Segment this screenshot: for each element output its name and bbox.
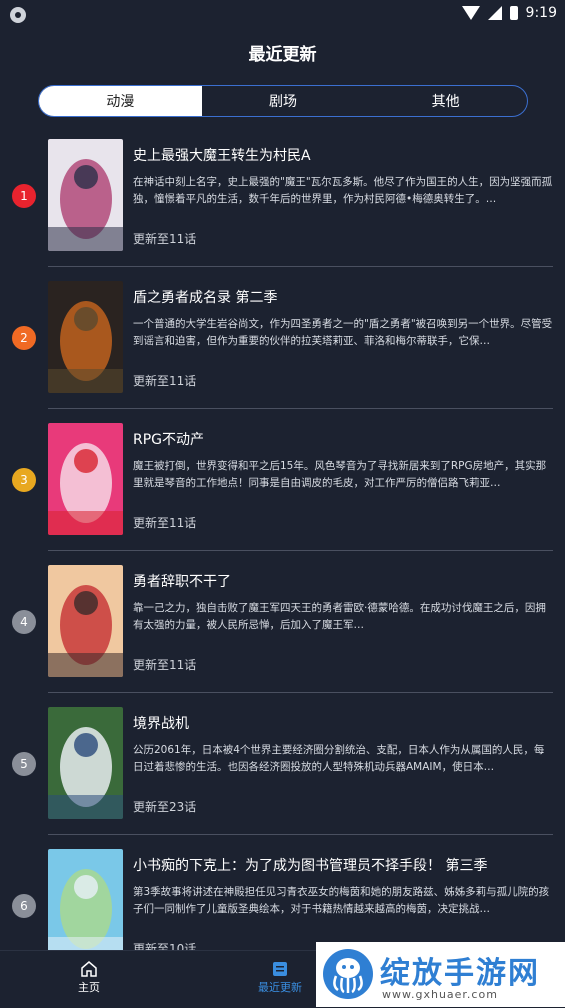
tab-theater[interactable]: 剧场	[202, 86, 365, 116]
item-title[interactable]: RPG不动产	[133, 429, 553, 449]
tab-label: 动漫	[106, 94, 135, 110]
cover-art	[48, 423, 123, 535]
list-item[interactable]: 4 勇者辞职不干了 靠一己之力，独自击败了魔王军四天王的勇者雷欧·德蒙哈德。在成…	[0, 551, 565, 693]
item-description: 在神话中刻上名字，史上最强的"魔王"瓦尔瓦多斯。他尽了作为国王的人生，因为坚强而…	[133, 176, 553, 205]
item-description: 靠一己之力，独自击败了魔王军四天王的勇者雷欧·德蒙哈德。在成功讨伐魔王之后，因拥…	[133, 602, 546, 631]
update-status: 更新至11话	[133, 658, 197, 672]
cover-image[interactable]	[48, 423, 123, 535]
rank-number: 2	[20, 331, 28, 345]
rank-number: 1	[20, 189, 28, 203]
battery-icon	[509, 6, 518, 20]
page-title: 最近更新	[248, 44, 317, 65]
item-description: 公历2061年，日本被4个世界主要经济圈分割统治、支配，日本人作为从属国的人民，…	[133, 744, 545, 773]
cover-art	[48, 281, 123, 393]
tab-label: 其他	[431, 94, 460, 110]
item-title[interactable]: 勇者辞职不干了	[133, 571, 553, 591]
rank-badge: 2	[12, 326, 36, 350]
rank-number: 5	[20, 757, 28, 771]
item-title[interactable]: 盾之勇者成名录 第二季	[133, 287, 553, 307]
octopus-logo-icon	[323, 949, 373, 999]
item-title[interactable]: 小书痴的下克上：为了成为图书管理员不择手段！ 第三季	[133, 855, 553, 875]
item-description: 第3季故事将讲述在神殿担任见习青衣巫女的梅茵和她的朋友路兹、姊姊多莉与孤儿院的孩…	[133, 886, 550, 915]
nav-home[interactable]: 主页	[78, 959, 100, 995]
cover-art	[48, 849, 123, 950]
list-item[interactable]: 1 史上最强大魔王转生为村民A 在神话中刻上名字，史上最强的"魔王"瓦尔瓦多斯。…	[0, 125, 565, 267]
rank-badge: 3	[12, 468, 36, 492]
cover-art	[48, 707, 123, 819]
status-bar: 9:19	[0, 0, 565, 32]
cover-art	[48, 565, 123, 677]
update-icon	[273, 962, 287, 976]
nav-recent-label: 最近更新	[258, 981, 302, 994]
nav-recent-updates[interactable]: 最近更新	[258, 959, 302, 995]
rank-number: 3	[20, 473, 28, 487]
status-right: 9:19	[461, 5, 557, 21]
cover-image[interactable]	[48, 707, 123, 819]
list-item[interactable]: 6 小书痴的下克上：为了成为图书管理员不择手段！ 第三季 第3季故事将讲述在神殿…	[0, 835, 565, 950]
item-title[interactable]: 史上最强大魔王转生为村民A	[133, 145, 553, 165]
notification-icon	[10, 7, 26, 23]
signal-icon	[487, 6, 502, 20]
status-time: 9:19	[525, 5, 557, 21]
cover-art	[48, 139, 123, 251]
update-list: 1 史上最强大魔王转生为村民A 在神话中刻上名字，史上最强的"魔王"瓦尔瓦多斯。…	[0, 125, 565, 950]
item-description: 魔王被打倒，世界变得和平之后15年。风色琴音为了寻找新居来到了RPG房地产，其实…	[133, 460, 547, 489]
list-item[interactable]: 5 境界战机 公历2061年，日本被4个世界主要经济圈分割统治、支配，日本人作为…	[0, 693, 565, 835]
rank-number: 4	[20, 615, 28, 629]
category-tabs: 动漫 剧场 其他	[38, 85, 528, 117]
site-watermark: 绽放手游网 www.gxhuaer.com	[316, 942, 565, 1007]
update-status: 更新至11话	[133, 374, 197, 388]
rank-badge: 6	[12, 894, 36, 918]
update-status: 更新至11话	[133, 232, 197, 246]
rank-badge: 4	[12, 610, 36, 634]
cover-image[interactable]	[48, 281, 123, 393]
tab-label: 剧场	[269, 94, 297, 110]
wifi-icon	[461, 6, 480, 20]
home-icon	[81, 961, 97, 977]
cover-image[interactable]	[48, 849, 123, 950]
cover-image[interactable]	[48, 565, 123, 677]
rank-badge: 1	[12, 184, 36, 208]
list-item[interactable]: 2 盾之勇者成名录 第二季 一个普通的大学生岩谷尚文，作为四圣勇者之一的"盾之勇…	[0, 267, 565, 409]
nav-home-label: 主页	[78, 981, 100, 994]
update-status: 更新至10话	[133, 942, 197, 950]
item-description: 一个普通的大学生岩谷尚文，作为四圣勇者之一的"盾之勇者"被召唤到另一个世界。尽管…	[133, 318, 553, 347]
rank-number: 6	[20, 899, 28, 913]
update-status: 更新至23话	[133, 800, 197, 814]
cover-image[interactable]	[48, 139, 123, 251]
watermark-url: www.gxhuaer.com	[382, 988, 498, 1001]
rank-badge: 5	[12, 752, 36, 776]
watermark-text: 绽放手游网	[380, 956, 540, 991]
list-item[interactable]: 3 RPG不动产 魔王被打倒，世界变得和平之后15年。风色琴音为了寻找新居来到了…	[0, 409, 565, 551]
tab-anime[interactable]: 动漫	[39, 86, 202, 116]
item-title[interactable]: 境界战机	[133, 713, 553, 733]
update-status: 更新至11话	[133, 516, 197, 530]
page-title-bar: 最近更新	[0, 32, 565, 72]
tab-other[interactable]: 其他	[364, 86, 527, 116]
